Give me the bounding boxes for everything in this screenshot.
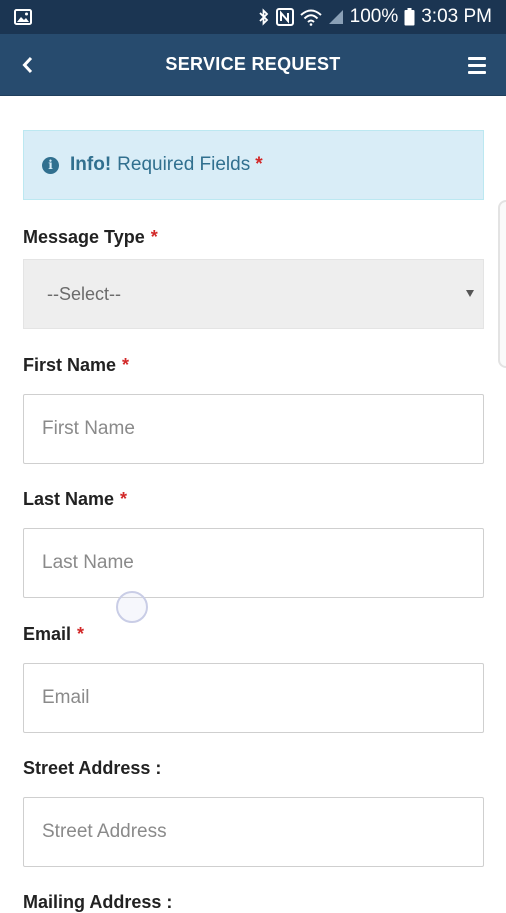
required-marker: * [150,227,158,247]
app-bar: SERVICE REQUEST [0,34,506,96]
menu-button[interactable] [464,53,490,77]
message-type-select[interactable]: --Select-- [23,259,484,329]
last-name-input[interactable] [23,528,484,598]
back-button[interactable] [14,51,42,79]
caret-down-icon [466,290,474,297]
first-name-input[interactable] [23,394,484,464]
email-label-text: Email [23,624,72,644]
message-type-selected-value: --Select-- [47,283,122,304]
clock-time: 3:03 PM [421,6,492,27]
required-marker: * [255,154,263,175]
info-alert-title: Info! [70,154,112,175]
status-bar: 100% 3:03 PM [0,0,506,34]
last-name-label: Last Name * [23,489,127,510]
battery-percent: 100% [349,6,399,27]
chevron-left-icon [22,56,33,74]
info-circle-icon: i [42,156,59,174]
battery-icon [404,8,415,26]
message-type-label-text: Message Type [23,227,145,247]
info-alert-text: Required Fields [117,154,251,175]
required-marker: * [120,489,128,509]
status-bar-right: 100% 3:03 PM [258,6,492,28]
info-alert: i Info! Required Fields * [23,130,484,200]
nfc-icon [275,8,294,26]
street-address-label: Street Address : [23,758,161,779]
signal-icon [328,9,344,25]
service-request-form: i Info! Required Fields * Message Type * … [0,96,506,912]
first-name-label-text: First Name [23,355,117,375]
bluetooth-icon [258,8,270,26]
image-icon [14,9,32,25]
hamburger-menu-icon-bar [468,63,486,67]
required-marker: * [77,624,85,644]
required-marker: * [122,355,130,375]
mailing-address-label: Mailing Address : [23,892,172,913]
message-type-label: Message Type * [23,227,158,248]
wifi-icon [299,8,322,26]
touch-indicator [116,591,148,623]
street-address-input[interactable] [23,797,484,867]
first-name-label: First Name * [23,355,129,376]
email-label: Email * [23,624,84,645]
last-name-label-text: Last Name [23,489,115,509]
page-title: SERVICE REQUEST [165,54,341,74]
scroll-indicator[interactable] [498,200,506,368]
hamburger-menu-icon-bar [468,70,486,74]
status-bar-left [14,9,32,25]
street-address-label-text: Street Address : [23,758,162,778]
email-input[interactable] [23,663,484,733]
hamburger-menu-icon-bar [468,56,486,60]
mailing-address-label-text: Mailing Address : [23,892,173,912]
